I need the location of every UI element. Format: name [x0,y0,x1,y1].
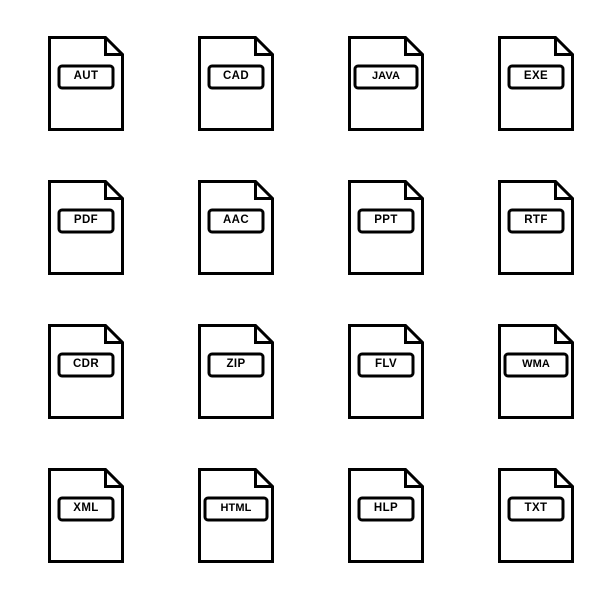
file-icon-aut-cell[interactable]: AUT [48,36,198,180]
file-icon-cdr-cell[interactable]: CDR [48,324,198,468]
label-box [503,352,569,378]
file-icon-html-cell[interactable]: HTML [198,468,348,612]
file-icon-txt-cell[interactable]: TXT [498,468,600,612]
file-icon-flv[interactable]: FLV [348,324,424,419]
document-page-shape [348,468,424,563]
document-page-shape [348,324,424,419]
file-icon-cad-cell[interactable]: CAD [198,36,348,180]
label-box [353,64,419,90]
file-icon-ppt[interactable]: PPT [348,180,424,275]
label-box [507,208,565,234]
file-icon-wma-cell[interactable]: WMA [498,324,600,468]
file-icon-flv-cell[interactable]: FLV [348,324,498,468]
file-icon-hlp[interactable]: HLP [348,468,424,563]
label-box [57,352,115,378]
file-icon-wma[interactable]: WMA [498,324,574,419]
file-icon-ppt-cell[interactable]: PPT [348,180,498,324]
file-icon-grid: AUT CAD JAVA EXE PDF AAC PPT RTF CDR ZIP FLV WMA XML… [0,0,600,600]
label-box [57,64,115,90]
document-page-shape [498,36,574,131]
label-box [207,64,265,90]
file-icon-zip[interactable]: ZIP [198,324,274,419]
document-page-shape [348,180,424,275]
label-box [57,496,115,522]
file-icon-exe-cell[interactable]: EXE [498,36,600,180]
label-box [357,352,415,378]
file-icon-java[interactable]: JAVA [348,36,424,131]
file-icon-hlp-cell[interactable]: HLP [348,468,498,612]
document-page-shape [348,36,424,131]
file-icon-java-cell[interactable]: JAVA [348,36,498,180]
document-page-shape [48,324,124,419]
file-icon-aut[interactable]: AUT [48,36,124,131]
label-box [357,496,415,522]
file-icon-rtf[interactable]: RTF [498,180,574,275]
file-icon-xml-cell[interactable]: XML [48,468,198,612]
file-icon-exe[interactable]: EXE [498,36,574,131]
file-icon-pdf[interactable]: PDF [48,180,124,275]
document-page-shape [498,324,574,419]
file-icon-cad[interactable]: CAD [198,36,274,131]
file-icon-aac-cell[interactable]: AAC [198,180,348,324]
label-box [507,496,565,522]
document-page-shape [198,180,274,275]
document-page-shape [198,36,274,131]
label-box [207,208,265,234]
file-icon-html[interactable]: HTML [198,468,274,563]
file-icon-zip-cell[interactable]: ZIP [198,324,348,468]
document-page-shape [198,324,274,419]
label-box [57,208,115,234]
document-page-shape [498,468,574,563]
label-box [207,352,265,378]
label-box [507,64,565,90]
label-box [203,496,269,522]
document-page-shape [48,180,124,275]
file-icon-cdr[interactable]: CDR [48,324,124,419]
file-icon-xml[interactable]: XML [48,468,124,563]
label-box [357,208,415,234]
document-page-shape [198,468,274,563]
document-page-shape [48,468,124,563]
document-page-shape [48,36,124,131]
file-icon-pdf-cell[interactable]: PDF [48,180,198,324]
document-page-shape [498,180,574,275]
file-icon-txt[interactable]: TXT [498,468,574,563]
file-icon-rtf-cell[interactable]: RTF [498,180,600,324]
file-icon-aac[interactable]: AAC [198,180,274,275]
